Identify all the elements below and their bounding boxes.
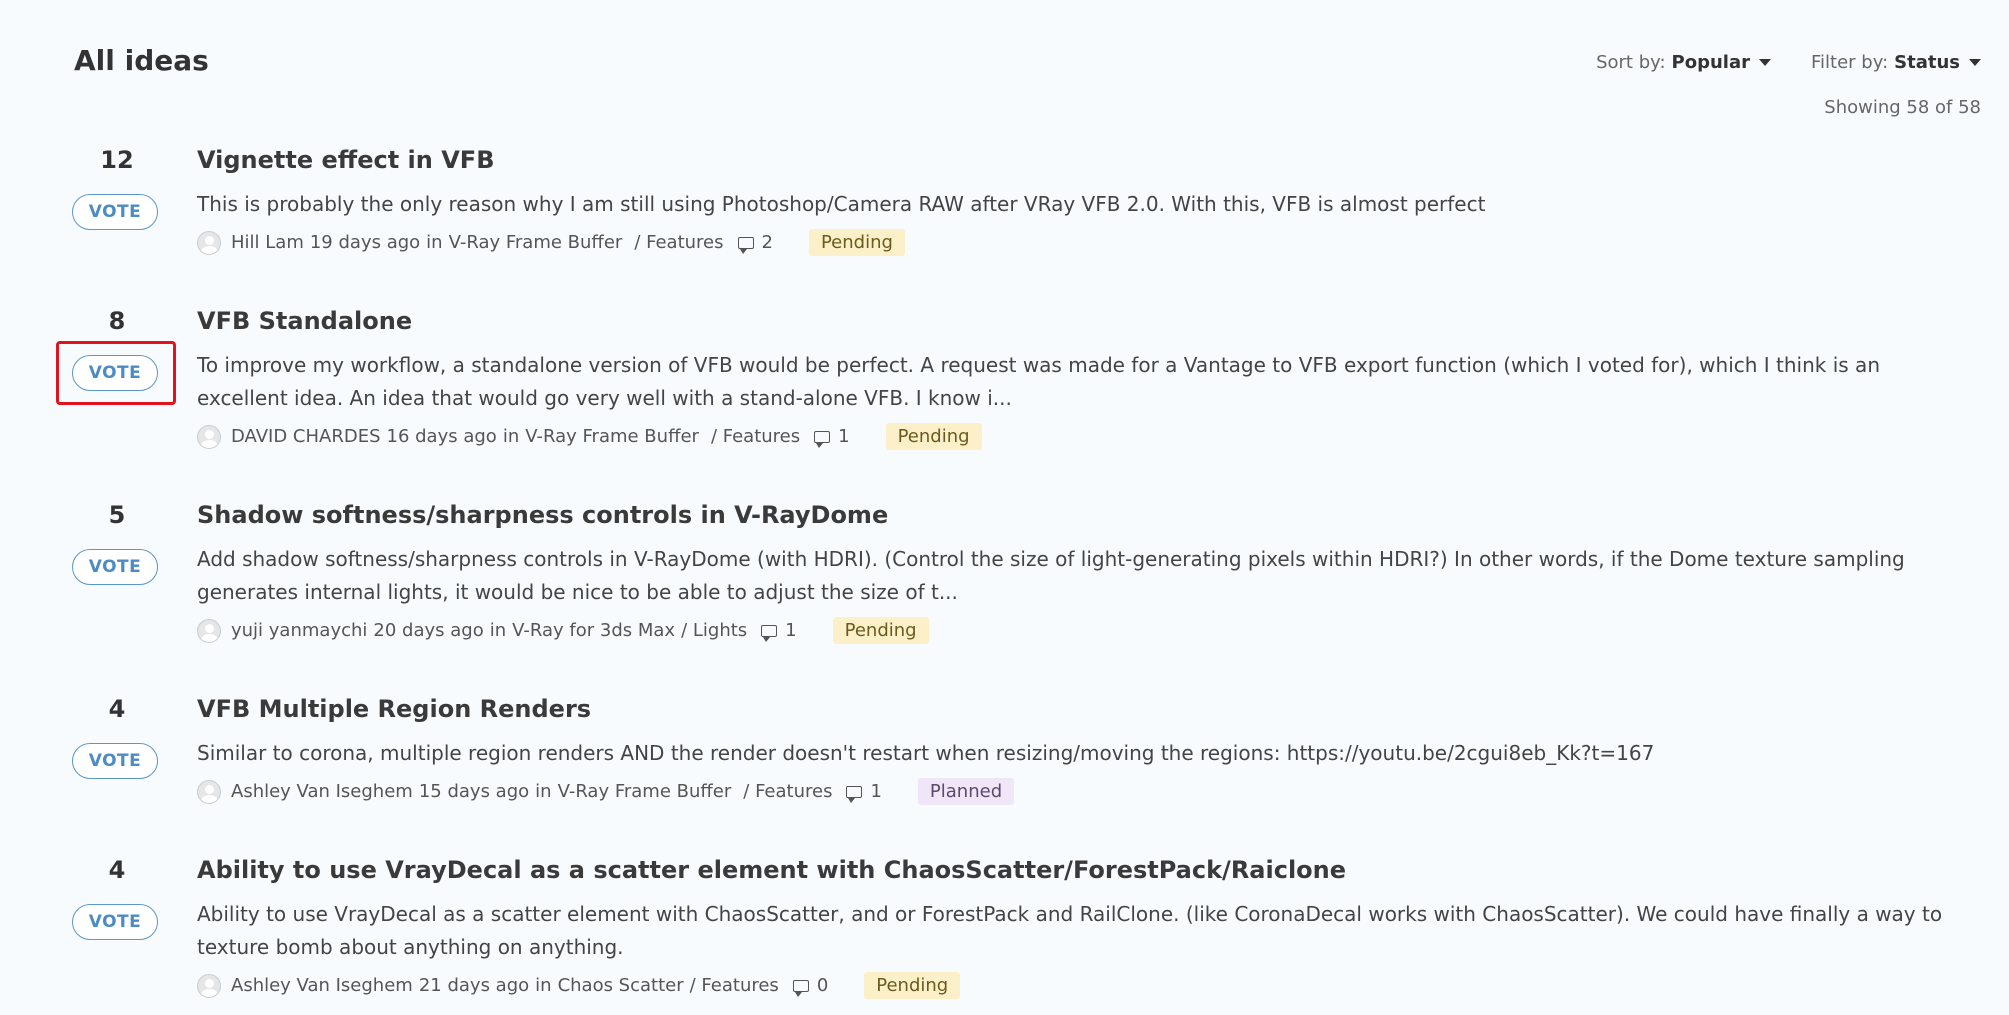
status-badge: Pending [885, 423, 982, 450]
idea-meta: Ashley Van Iseghem 15 days ago in V-Ray … [197, 778, 1015, 805]
sort-dropdown[interactable]: Sort by: Popular [1596, 52, 1771, 73]
category-link[interactable]: V-Ray Frame Buffer [449, 232, 623, 253]
vote-button[interactable]: VOTE [72, 904, 158, 940]
idea-title[interactable]: Shadow softness/sharpness controls in V-… [197, 501, 888, 529]
subcategory-link[interactable]: / Features [711, 426, 800, 447]
vote-count: 12 [100, 146, 134, 174]
caret-down-icon [1969, 59, 1981, 66]
post-time: 16 days ago [386, 426, 497, 447]
subcategory-link[interactable]: / Lights [681, 620, 747, 641]
status-badge: Planned [917, 778, 1015, 805]
idea-description: Add shadow softness/sharpness controls i… [197, 547, 1905, 604]
in-label: in [535, 975, 552, 996]
result-count: Showing 58 of 58 [1824, 97, 1981, 118]
avatar [197, 424, 221, 449]
category-link[interactable]: Chaos Scatter [558, 975, 684, 996]
comment-count[interactable]: 1 [870, 781, 881, 802]
list-controls: Sort by: Popular Filter by: Status [1596, 52, 1981, 73]
post-time: 19 days ago [309, 232, 421, 253]
comment-icon [814, 430, 831, 448]
status-badge: Pending [832, 617, 929, 644]
vote-button[interactable]: VOTE [72, 743, 158, 779]
comment-icon [846, 785, 863, 803]
author-name[interactable]: yuji yanmaychi [231, 620, 367, 641]
idea-description: This is probably the only reason why I a… [197, 192, 1486, 216]
filter-label: Filter by: [1811, 52, 1889, 73]
vote-count: 4 [108, 695, 126, 723]
author-name[interactable]: Hill Lam [231, 232, 304, 253]
author-name[interactable]: Ashley Van Iseghem [231, 975, 413, 996]
idea-title[interactable]: VFB Standalone [197, 307, 412, 335]
status-badge: Pending [864, 972, 961, 999]
comment-icon [737, 236, 754, 254]
filter-dropdown[interactable]: Filter by: Status [1811, 52, 1981, 73]
vote-button[interactable]: VOTE [72, 194, 158, 230]
comment-count[interactable]: 1 [785, 620, 796, 641]
post-time: 20 days ago [373, 620, 484, 641]
sort-value: Popular [1671, 52, 1750, 73]
comment-icon [792, 979, 809, 997]
idea-meta: DAVID CHARDES 16 days ago in V-Ray Frame… [197, 423, 982, 450]
ideas-page: All ideas Sort by: Popular Filter by: St… [0, 0, 2009, 1015]
idea-meta: Ashley Van Iseghem 21 days ago in Chaos … [197, 972, 961, 999]
in-label: in [489, 620, 507, 641]
category-link[interactable]: V-Ray Frame Buffer [558, 781, 732, 802]
idea-title[interactable]: Ability to use VrayDecal as a scatter el… [197, 856, 1346, 884]
idea-meta: Hill Lam 19 days ago in V-Ray Frame Buff… [197, 229, 905, 256]
author-name[interactable]: DAVID CHARDES [231, 426, 381, 447]
category-link[interactable]: V-Ray for 3ds Max [512, 620, 675, 641]
author-name[interactable]: Ashley Van Iseghem [231, 781, 413, 802]
in-label: in [535, 781, 552, 802]
category-link[interactable]: V-Ray Frame Buffer [525, 426, 699, 447]
comment-count[interactable]: 1 [838, 426, 849, 447]
idea-title[interactable]: Vignette effect in VFB [197, 146, 494, 174]
idea-description: Similar to corona, multiple region rende… [197, 741, 1655, 765]
subcategory-link[interactable]: / Features [634, 232, 723, 253]
idea-title[interactable]: VFB Multiple Region Renders [197, 695, 591, 723]
comment-count[interactable]: 0 [817, 975, 828, 996]
vote-button[interactable]: VOTE [72, 549, 158, 585]
sort-label: Sort by: [1596, 52, 1666, 73]
subcategory-link[interactable]: / Features [743, 781, 832, 802]
comment-icon [761, 624, 778, 642]
comment-count[interactable]: 2 [762, 232, 773, 253]
post-time: 21 days ago [418, 975, 530, 996]
vote-count: 8 [108, 307, 126, 335]
vote-count: 5 [108, 501, 126, 529]
status-badge: Pending [808, 229, 905, 256]
idea-description: Ability to use VrayDecal as a scatter el… [197, 902, 1943, 959]
in-label: in [426, 232, 443, 253]
caret-down-icon [1759, 59, 1771, 66]
subcategory-link[interactable]: / Features [690, 975, 779, 996]
avatar [197, 973, 221, 998]
page-title: All ideas [74, 44, 209, 77]
idea-meta: yuji yanmaychi 20 days ago in V-Ray for … [197, 617, 929, 644]
vote-count: 4 [108, 856, 126, 884]
vote-button[interactable]: VOTE [72, 355, 158, 391]
post-time: 15 days ago [418, 781, 530, 802]
in-label: in [502, 426, 520, 447]
avatar [197, 230, 221, 255]
idea-description: To improve my workflow, a standalone ver… [197, 353, 1880, 410]
filter-value: Status [1894, 52, 1960, 73]
avatar [197, 779, 221, 804]
avatar [197, 618, 221, 643]
